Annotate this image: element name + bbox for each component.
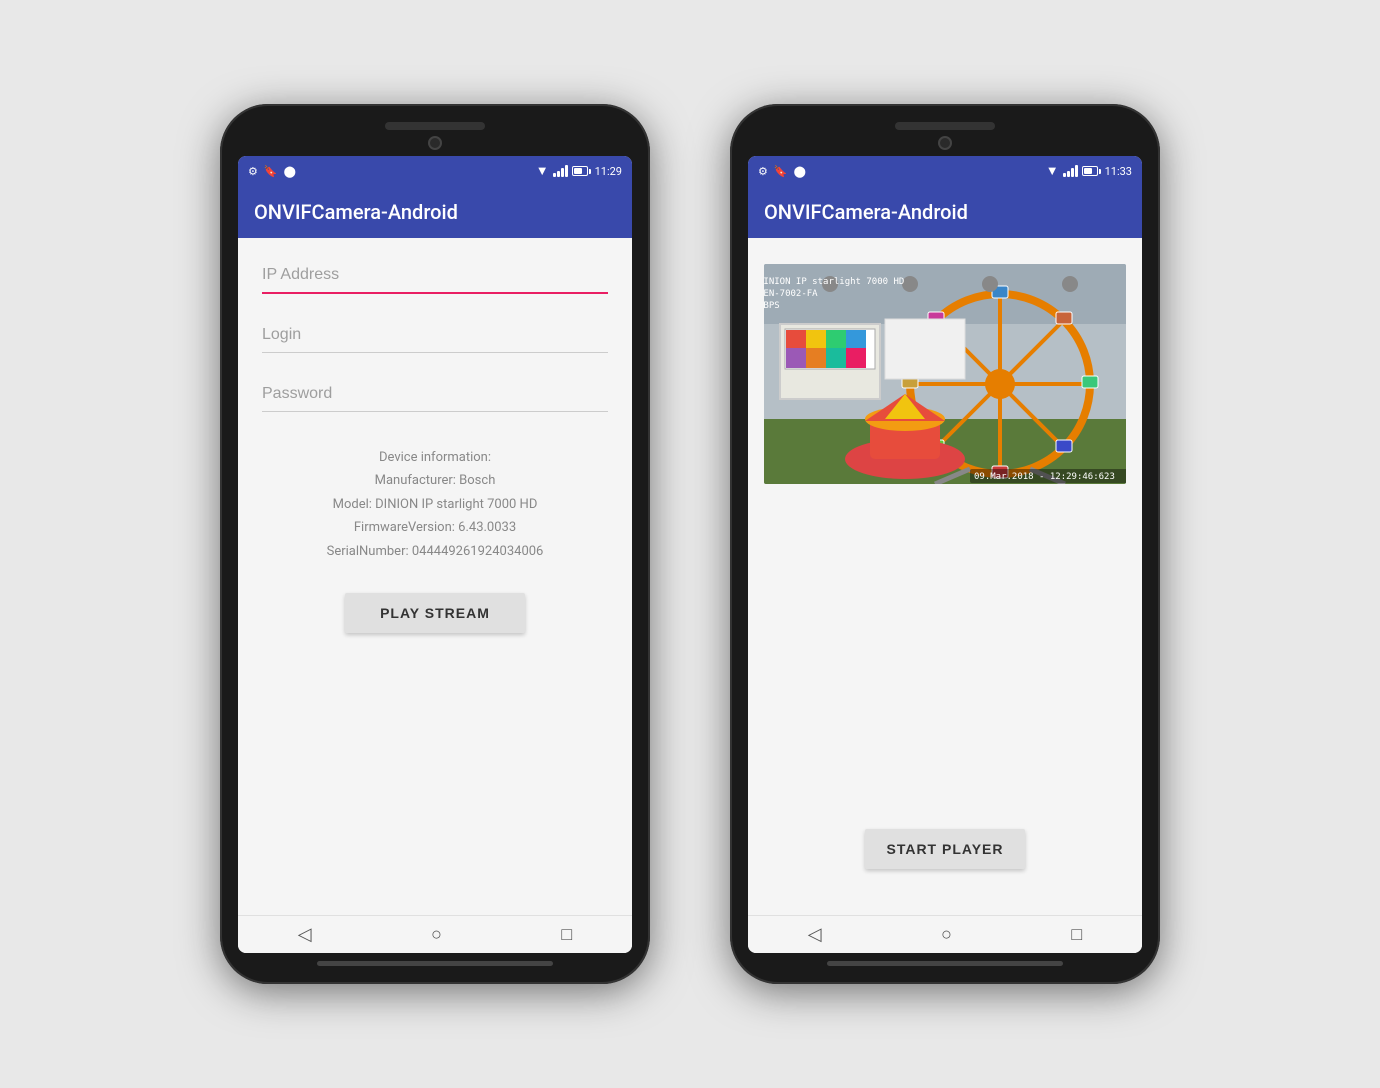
wifi-icon: ▼ [536, 163, 549, 179]
phone1-screen: ⚙ 🔖 ⬤ ▼ [238, 156, 632, 953]
recents-nav-icon-2[interactable]: □ [1071, 924, 1082, 945]
phone1-time: 11:29 [595, 165, 622, 178]
phone2: ⚙ 🔖 ⬤ ▼ 11:33 [730, 104, 1160, 984]
signal-icon [553, 165, 568, 177]
phone1-app-title: ONVIFCamera-Android [254, 200, 616, 224]
svg-text:MEN-7002-FA: MEN-7002-FA [764, 289, 818, 299]
device-info: Device information: Manufacturer: Bosch … [262, 446, 608, 563]
phone2-screen: ⚙ 🔖 ⬤ ▼ 11:33 [748, 156, 1142, 953]
battery-icon [572, 166, 591, 176]
battery-icon-2 [1082, 166, 1101, 176]
phone2-bottom-nav: ◁ ○ □ [748, 915, 1142, 953]
phone2-top-bar [748, 122, 1142, 130]
back-nav-icon[interactable]: ◁ [298, 924, 312, 945]
phone1-bottom-nav: ◁ ○ □ [238, 915, 632, 953]
phone1: ⚙ 🔖 ⬤ ▼ [220, 104, 650, 984]
bookmark-icon-2: 🔖 [774, 165, 788, 178]
password-field-wrap [262, 377, 608, 412]
phone2-bottom-bar [827, 961, 1063, 966]
phone1-camera-area [238, 136, 632, 150]
wifi-icon-2: ▼ [1046, 163, 1059, 179]
phone2-spacer [764, 504, 1126, 829]
login-field-wrap [262, 318, 608, 353]
login-input[interactable] [262, 318, 608, 353]
svg-text:GBPS: GBPS [764, 301, 780, 311]
phone1-status-bar: ⚙ 🔖 ⬤ ▼ [238, 156, 632, 186]
circle-icon: ⬤ [284, 165, 296, 178]
home-nav-icon-2[interactable]: ○ [941, 924, 952, 945]
phone2-speaker [895, 122, 995, 130]
phone1-status-right: ▼ 11:29 [536, 163, 622, 179]
start-player-button[interactable]: START PLAYER [865, 829, 1025, 869]
play-stream-button[interactable]: PLAY STREAM [345, 593, 525, 633]
svg-text:09.Mar.2018 - 12:29:46:623: 09.Mar.2018 - 12:29:46:623 [974, 472, 1115, 482]
phone2-app-title: ONVIFCamera-Android [764, 200, 1126, 224]
phone1-top-bar [238, 122, 632, 130]
camera-feed-image: DINION IP starlight 7000 HD MEN-7002-FA … [764, 264, 1126, 484]
phone1-app-bar: ONVIFCamera-Android [238, 186, 632, 238]
phone1-camera-dot [428, 136, 442, 150]
svg-text:DINION IP starlight 7000 HD: DINION IP starlight 7000 HD [764, 277, 904, 287]
password-input[interactable] [262, 377, 608, 412]
camera-feed-area: DINION IP starlight 7000 HD MEN-7002-FA … [764, 264, 1126, 484]
signal-icon-2 [1063, 165, 1078, 177]
gear-icon: ⚙ [248, 165, 258, 178]
recents-nav-icon[interactable]: □ [561, 924, 572, 945]
home-nav-icon[interactable]: ○ [431, 924, 442, 945]
back-nav-icon-2[interactable]: ◁ [808, 924, 822, 945]
phone1-speaker [385, 122, 485, 130]
phone2-camera-area [748, 136, 1142, 150]
phone1-bottom-bar [317, 961, 553, 966]
ip-address-input[interactable] [262, 258, 608, 294]
ip-address-field-wrap [262, 258, 608, 294]
phone2-app-bar: ONVIFCamera-Android [748, 186, 1142, 238]
phone2-camera-dot [938, 136, 952, 150]
circle-icon-2: ⬤ [794, 165, 806, 178]
phone2-status-left: ⚙ 🔖 ⬤ [758, 165, 806, 178]
phone2-status-right: ▼ 11:33 [1046, 163, 1132, 179]
phone1-status-left: ⚙ 🔖 ⬤ [248, 165, 296, 178]
phone2-time: 11:33 [1105, 165, 1132, 178]
phone1-content: Device information: Manufacturer: Bosch … [238, 238, 632, 915]
bookmark-icon: 🔖 [264, 165, 278, 178]
phone2-status-bar: ⚙ 🔖 ⬤ ▼ 11:33 [748, 156, 1142, 186]
phone2-content: DINION IP starlight 7000 HD MEN-7002-FA … [748, 238, 1142, 915]
gear-icon-2: ⚙ [758, 165, 768, 178]
phone2-bottom-spacer [764, 869, 1126, 899]
